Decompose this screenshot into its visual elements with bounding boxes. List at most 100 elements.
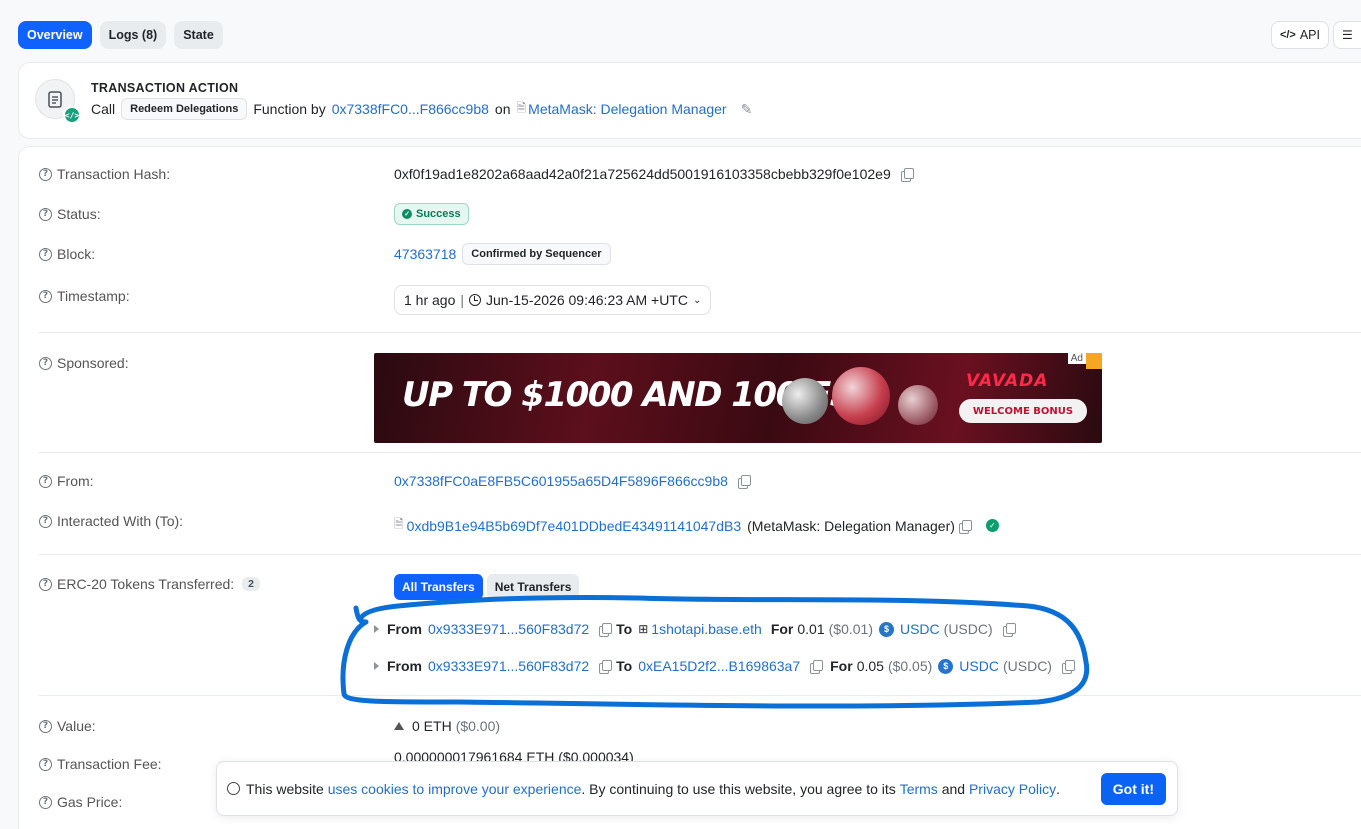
value-amount: 0 ETH [412,718,452,734]
from-label: ? From: [39,473,94,489]
ad-welcome-bonus-button[interactable]: WELCOME BONUS [959,399,1087,423]
gas-label: ? Gas Price: [39,794,122,810]
action-on-text: on [494,101,511,117]
usdc-token-icon: $ [878,621,894,637]
contract-file-icon: 🗎 [394,517,404,531]
view-options-button[interactable]: ☰ [1333,21,1361,49]
transaction-details-card: ? Transaction Hash: 0xf0f19ad1e8202a68aad… [18,146,1361,829]
to-label: ? Interacted With (To): [39,513,183,529]
status-value: ✓ Success [394,203,469,225]
caller-address-link[interactable]: 0x7338fFC0...F866cc9b8 [332,101,489,117]
ad-brand: VAVADA [966,371,1049,391]
help-icon[interactable]: ? [39,289,52,303]
eth-icon [394,722,404,730]
clock-icon [469,294,482,306]
token-link[interactable]: USDC [959,658,999,674]
help-icon[interactable]: ? [39,719,52,733]
fee-label-text: Transaction Fee: [57,756,162,772]
token-symbol: (USDC) [1002,658,1052,674]
contract-file-icon: 🗎 [516,100,527,115]
cookie-text: This website [246,780,324,797]
privacy-policy-link[interactable]: Privacy Policy [969,781,1056,797]
transfer-to-link[interactable]: 1shotapi.base.eth [651,621,762,637]
divider [39,452,1361,453]
tx-hash-value: 0xf0f19ad1e8202a68aad42a0f21a725624dd500… [394,166,914,182]
transfer-amount: 0.01 [797,621,825,637]
timestamp-ago: 1 hr ago [404,292,456,308]
caret-right-icon[interactable] [374,662,379,670]
help-icon[interactable]: ? [39,207,52,221]
to-contract-name: (MetaMask: Delegation Manager) [747,517,955,534]
cookie-icon [227,782,240,795]
help-icon[interactable]: ? [39,795,52,809]
caret-right-icon[interactable] [374,625,379,633]
help-icon[interactable]: ? [39,514,52,528]
action-call-text: Call [91,101,116,117]
to-address-link[interactable]: 0xdb9B1e94B5b69Df7e401DDbedE43491141047d… [407,518,741,534]
transfer-from-link[interactable]: 0x9333E971...560F83d72 [428,658,589,674]
timestamp-dropdown[interactable]: 1 hr ago | Jun-15-2026 09:46:23 AM +UTC … [394,285,712,315]
transfer-from-label: From [387,658,422,674]
fee-label: ? Transaction Fee: [39,756,162,772]
net-transfers-button[interactable]: Net Transfers [486,574,580,600]
copy-icon[interactable] [810,660,824,674]
help-icon[interactable]: ? [39,356,52,370]
from-address-link[interactable]: 0x7338fFC0aE8FB5C601955a65D4F5896F866cc9… [394,473,728,489]
token-transfer-row: From 0x9333E971...560F83d72 To ⊞ 1shotap… [374,621,1016,637]
transfer-to-link[interactable]: 0xEA15D2f2...B169863a7 [638,658,800,674]
from-value: 0x7338fFC0aE8FB5C601955a65D4F5896F866cc9… [394,473,751,489]
cookie-policy-link[interactable]: uses cookies to improve your experience [328,781,582,797]
copy-icon[interactable] [737,475,751,489]
help-icon[interactable]: ? [39,167,52,181]
top-right-actions: </> API ☰ [1270,21,1361,49]
api-button[interactable]: </> API [1270,21,1329,49]
terms-link[interactable]: Terms [900,781,938,797]
help-icon[interactable]: ? [39,247,52,261]
to-label-text: Interacted With (To): [57,513,184,529]
transfer-usd: ($0.05) [887,658,933,674]
timestamp-label: ? Timestamp: [39,288,130,304]
block-label-text: Block: [57,246,96,262]
token-transfer-row: From 0x9333E971...560F83d72 To 0xEA15D2f… [374,658,1075,674]
all-transfers-button[interactable]: All Transfers [394,574,483,600]
cookie-end-text: . [1056,780,1060,797]
divider [39,554,1361,555]
contract-name-link[interactable]: MetaMask: Delegation Manager [528,101,726,117]
list-icon: ☰ [1342,28,1353,42]
action-function-by-text: Function by [253,101,326,117]
method-badge: Redeem Delegations [121,98,248,120]
ethereum-coin-icon [832,367,890,425]
tether-coin-icon [782,378,828,424]
help-icon[interactable]: ? [39,757,52,771]
tab-logs[interactable]: Logs (8) [99,21,167,49]
sponsored-ad-banner[interactable]: UP TO $1000 AND 100 FS VAVADA WELCOME BO… [374,353,1102,443]
copy-icon[interactable] [599,660,613,674]
copy-icon[interactable] [1061,660,1075,674]
accept-cookies-button[interactable]: Got it! [1100,773,1166,805]
edit-icon[interactable]: ✎ [741,101,753,118]
copy-icon[interactable] [1002,623,1016,637]
value-usd: ($0.00) [455,718,501,734]
gas-label-text: Gas Price: [57,794,123,810]
block-number-link[interactable]: 47363718 [394,246,456,262]
tab-state[interactable]: State [174,21,223,49]
token-link[interactable]: USDC [900,621,940,637]
status-label-text: Status: [57,206,101,222]
help-icon[interactable]: ? [39,577,52,591]
copy-icon[interactable] [958,519,972,534]
copy-icon[interactable] [900,168,914,182]
transfer-from-link[interactable]: 0x9333E971...560F83d72 [428,621,589,637]
sequencer-badge: Confirmed by Sequencer [462,243,611,265]
status-badge: ✓ Success [394,203,469,225]
separator: | [460,292,465,308]
transaction-action-card: </> TRANSACTION ACTION Call Redeem Deleg… [18,62,1361,139]
tx-hash-text: 0xf0f19ad1e8202a68aad42a0f21a725624dd500… [394,166,891,182]
copy-icon[interactable] [599,623,613,637]
cookie-banner: This website uses cookies to improve you… [216,761,1178,816]
tab-overview[interactable]: Overview [18,21,92,49]
action-title: TRANSACTION ACTION [91,81,239,95]
code-badge-icon: </> [63,106,81,124]
help-icon[interactable]: ? [39,474,52,488]
ad-choices-icon[interactable] [1086,353,1102,369]
timestamp-value: 1 hr ago | Jun-15-2026 09:46:23 AM +UTC … [394,285,712,315]
